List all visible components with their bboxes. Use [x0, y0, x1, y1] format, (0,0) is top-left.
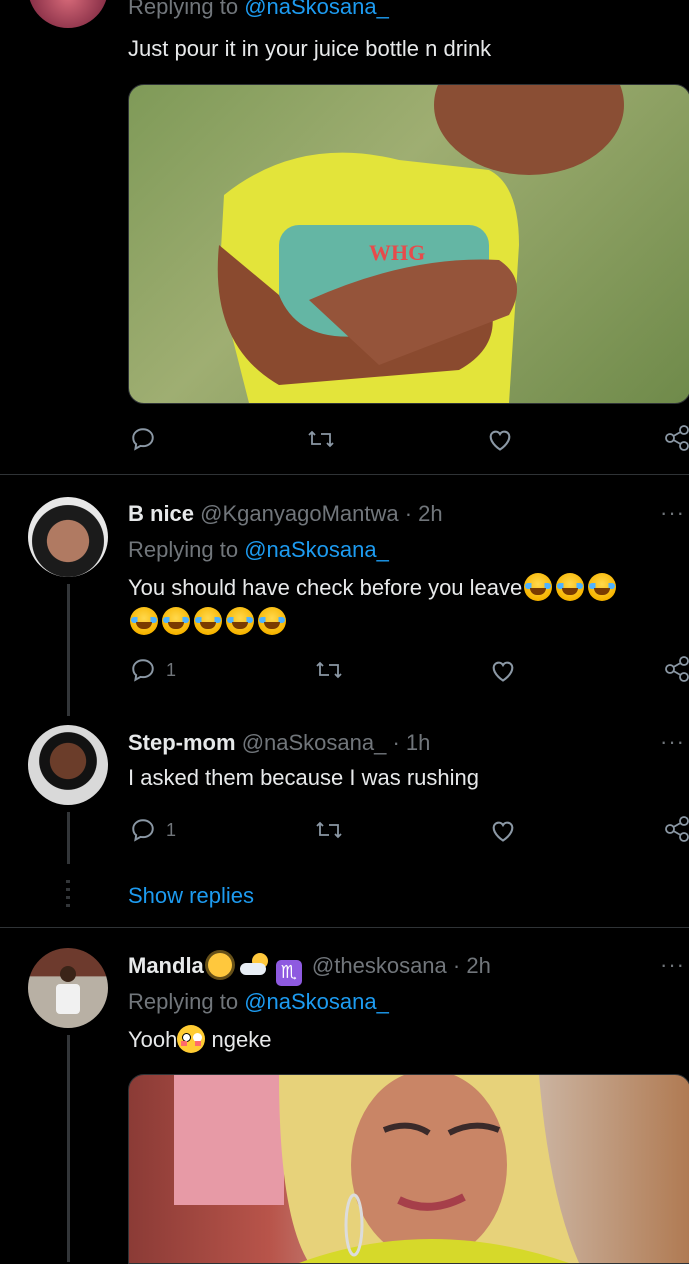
flushed-face-emoji — [177, 1025, 206, 1053]
reply-button[interactable]: 1 — [130, 817, 176, 843]
tweet-text-end: ngeke — [205, 1027, 272, 1052]
share-button[interactable] — [662, 655, 689, 683]
replying-to: Replying to @naSkosana_ — [128, 989, 389, 1015]
avatar[interactable] — [28, 0, 108, 28]
avatar[interactable] — [28, 497, 108, 577]
more-options-button[interactable]: ··· — [660, 952, 685, 978]
replying-to: Replying to @naSkosana_ — [128, 0, 389, 20]
show-replies-link[interactable]: Show replies — [128, 883, 254, 909]
tweet-text-content: You should have check before you leave — [128, 575, 523, 600]
child-photo: WHG — [217, 85, 624, 403]
replying-prefix: Replying to — [128, 989, 239, 1014]
retweet-icon — [316, 661, 342, 679]
retweet-icon — [316, 821, 342, 839]
user-handle[interactable]: @theskosana — [312, 953, 447, 978]
timestamp[interactable]: · 2h — [405, 501, 443, 526]
share-button[interactable] — [662, 815, 689, 843]
heart-icon — [492, 661, 514, 682]
tweet-text-start: Yooh — [128, 1027, 178, 1052]
scorpio-emoji: ♏ — [275, 959, 302, 986]
share-button[interactable] — [662, 424, 689, 452]
tweet-text: Just pour it in your juice bottle n drin… — [128, 36, 492, 61]
replying-prefix: Replying to — [128, 0, 239, 19]
retweet-icon — [308, 430, 334, 448]
tweet-divider — [0, 927, 689, 928]
sun-behind-cloud-emoji — [239, 953, 268, 977]
retweet-button[interactable] — [306, 426, 336, 452]
laughing-tears-emoji — [130, 607, 158, 635]
display-name[interactable]: Step-mom — [128, 730, 236, 755]
tweet-text-emoji-line — [128, 607, 288, 635]
like-button[interactable] — [489, 657, 517, 683]
reply-button[interactable]: 1 — [130, 657, 176, 683]
laughing-tears-emoji — [524, 573, 553, 601]
tweet-media-photo[interactable]: WHG — [128, 84, 689, 404]
woman-photo — [174, 1075, 579, 1263]
thread-line — [67, 1035, 70, 1262]
sun-emoji — [207, 953, 232, 977]
replying-handle[interactable]: @naSkosana_ — [244, 989, 389, 1014]
thread-line — [67, 812, 70, 864]
reply-count: 1 — [166, 659, 177, 680]
thread-dots — [66, 880, 70, 910]
user-handle[interactable]: @naSkosana_ — [242, 730, 387, 755]
reply-button[interactable] — [130, 426, 156, 452]
user-handle[interactable]: @KganyagoMantwa — [200, 501, 398, 526]
tweet-divider — [0, 474, 689, 475]
laughing-tears-emoji — [556, 573, 585, 601]
replying-handle[interactable]: @naSkosana_ — [244, 537, 389, 562]
tweet-text: Yooh ngeke — [128, 1025, 271, 1053]
share-icon — [665, 656, 689, 682]
tweet-header: B nice @KganyagoMantwa · 2h — [128, 501, 443, 527]
display-name[interactable]: Mandla — [128, 953, 204, 978]
retweet-button[interactable] — [314, 657, 344, 683]
more-options-button[interactable]: ··· — [660, 500, 685, 526]
tweet-header: Step-mom @naSkosana_ · 1h — [128, 730, 430, 756]
heart-icon — [492, 821, 514, 842]
laughing-tears-emoji — [162, 607, 190, 635]
avatar[interactable] — [28, 948, 108, 1028]
like-button[interactable] — [489, 817, 517, 843]
display-name[interactable]: B nice — [128, 501, 194, 526]
tweet-header: Mandla ♏ @theskosana · 2h — [128, 953, 491, 986]
reply-icon — [132, 819, 154, 842]
thread-line — [67, 584, 70, 716]
replying-to: Replying to @naSkosana_ — [128, 537, 389, 563]
share-icon — [665, 425, 689, 451]
avatar-figure — [56, 966, 80, 1014]
heart-icon — [489, 430, 511, 451]
timestamp[interactable]: · 1h — [392, 730, 430, 755]
laughing-tears-emoji — [194, 607, 222, 635]
reply-icon — [132, 428, 154, 451]
replying-handle[interactable]: @naSkosana_ — [244, 0, 389, 19]
share-icon — [665, 816, 689, 842]
replying-prefix: Replying to — [128, 537, 239, 562]
laughing-tears-emoji — [588, 573, 617, 601]
tweet-media-photo[interactable] — [128, 1074, 689, 1264]
laughing-tears-emoji — [258, 607, 286, 635]
avatar[interactable] — [28, 725, 108, 805]
reply-icon — [132, 659, 154, 682]
tweet-text: You should have check before you leave — [128, 573, 618, 601]
like-button[interactable] — [486, 426, 514, 452]
laughing-tears-emoji — [226, 607, 254, 635]
reply-count: 1 — [166, 819, 177, 840]
more-options-button[interactable]: ··· — [660, 729, 685, 755]
tweet-text: I asked them because I was rushing — [128, 765, 479, 790]
svg-text:WHG: WHG — [369, 240, 425, 265]
timestamp[interactable]: · 2h — [453, 953, 491, 978]
retweet-button[interactable] — [314, 817, 344, 843]
